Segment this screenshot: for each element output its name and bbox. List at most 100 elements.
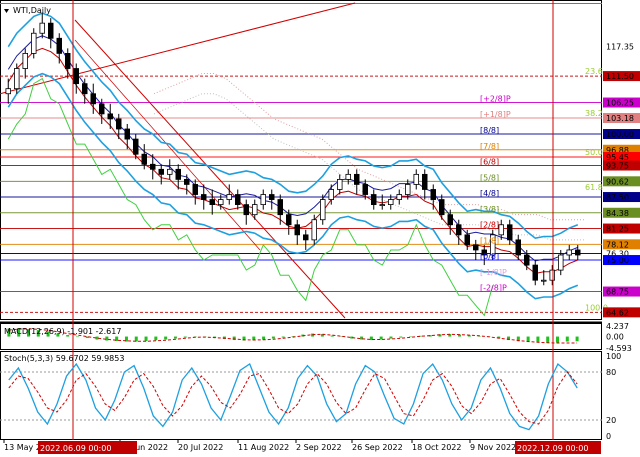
candle-body — [354, 173, 360, 185]
candle-body — [405, 184, 411, 195]
murrey-label: [1/8] — [480, 236, 499, 245]
macd-bar — [281, 336, 285, 338]
candle-body — [90, 93, 96, 105]
candle-body — [447, 214, 453, 226]
candle-body — [413, 173, 419, 185]
trendline-down — [74, 19, 346, 319]
murrey-label: [8/8] — [480, 126, 499, 135]
macd-bar — [164, 336, 168, 340]
candle-body — [150, 163, 156, 170]
candle-body — [107, 113, 113, 120]
candle-body — [116, 118, 122, 130]
x-axis-label: 26 Sep 2022 — [352, 443, 403, 452]
price-panel-frame — [0, 0, 602, 320]
x-axis-label: 20 Jul 2022 — [178, 443, 223, 452]
time-marker-right: 2022.12.09 00:00 — [517, 444, 588, 453]
price-axis-label: 64.62 — [606, 308, 629, 317]
candle-body — [5, 88, 11, 95]
x-axis-label: 2 Sep 2022 — [296, 443, 342, 452]
macd-bar — [183, 336, 187, 338]
candle-body — [286, 214, 292, 226]
candle-body — [192, 184, 198, 195]
price-axis-label: 100.00 — [606, 130, 634, 139]
price-axis-label: 93.75 — [606, 162, 629, 171]
price-axis-label: 90.62 — [606, 177, 629, 186]
candle-body — [388, 199, 394, 205]
price-axis-label: 111.50 — [606, 72, 634, 81]
murrey-label: [-2/8]P — [480, 284, 507, 293]
candle-body — [379, 204, 385, 207]
candle-body — [362, 184, 368, 195]
cloud-lower — [153, 93, 586, 241]
murrey-label: [7/8] — [480, 142, 499, 151]
candle-body — [31, 32, 37, 54]
macd-bar — [556, 336, 560, 343]
time-marker-left: 2022.06.09 00:00 — [40, 444, 111, 453]
murrey-label: [-1/8]P — [480, 268, 507, 277]
candle-body — [337, 178, 343, 190]
stoch-axis-label: 0 — [606, 432, 611, 441]
stoch-title: Stoch(5,3,3) 59.6702 59.9853 — [4, 354, 124, 363]
murrey-label: [2/8] — [480, 221, 499, 230]
candle-body — [456, 224, 462, 236]
macd-bar — [75, 336, 79, 338]
candle-body — [541, 279, 547, 282]
stoch-axis-label: 20 — [606, 416, 616, 425]
candle-body — [133, 138, 139, 155]
price-title: WTI,Daily — [13, 6, 51, 15]
candle-body — [184, 178, 190, 185]
macd-axis-label: 0.00 — [606, 333, 624, 342]
murrey-label: [5/8] — [480, 173, 499, 182]
stoch-layers — [0, 362, 602, 431]
title-arrow-icon — [4, 9, 9, 13]
candle-body — [99, 103, 105, 115]
candle-body — [277, 199, 283, 216]
candle-body — [158, 168, 164, 175]
trendline-up — [0, 2, 356, 95]
macd-bar — [575, 336, 579, 342]
candle-body — [294, 224, 300, 236]
candle-body — [371, 194, 377, 206]
trendline-down-2 — [74, 39, 261, 251]
candle-body — [507, 224, 513, 241]
macd-bar — [565, 336, 569, 342]
price-axis-label: 87.50 — [606, 193, 629, 202]
price-layers: [+2/8]P [+1/8]P [8/8] [7/8] [6/8] [5/8] [4/8] [… — [0, 0, 608, 440]
candle-body — [549, 269, 555, 281]
murrey-label: [+2/8]P — [480, 95, 511, 104]
macd-bar — [173, 336, 177, 339]
price-axis-label: 106.25 — [606, 99, 634, 108]
stoch-axis-label: 80 — [606, 368, 616, 377]
fib-label: 50.0 — [585, 148, 603, 157]
macd-bar — [271, 336, 275, 339]
stoch-axis-label: 100 — [606, 352, 621, 361]
candle-body — [532, 264, 538, 281]
macd-bar — [144, 336, 148, 342]
macd-bar — [105, 336, 109, 341]
price-axis-label: 68.75 — [606, 288, 629, 297]
murrey-label: [6/8] — [480, 158, 499, 167]
candle-body — [345, 173, 351, 180]
price-axis-label: 78.12 — [606, 240, 629, 249]
chart-canvas: [+2/8]P [+1/8]P [8/8] [7/8] [6/8] [5/8] [4/8] [… — [0, 0, 640, 454]
price-axis-label: 75.00 — [606, 256, 629, 265]
candle-body — [328, 189, 334, 200]
murrey-label: [0/8] — [480, 252, 499, 261]
candle-body — [515, 239, 521, 256]
candle-body — [22, 53, 28, 69]
price-axis-label: 84.38 — [606, 209, 629, 218]
candle-body — [141, 153, 147, 165]
candle-body — [464, 234, 470, 246]
candle-body — [396, 194, 402, 200]
candle-body — [124, 128, 130, 140]
murrey-label: [4/8] — [480, 189, 499, 198]
x-axis-label: 18 Oct 2022 — [412, 443, 461, 452]
candle-body — [303, 234, 309, 241]
candle-body — [48, 22, 54, 39]
murrey-label: [+1/8]P — [480, 110, 511, 119]
fib-label: 61.8 — [585, 183, 603, 192]
candle-body — [226, 194, 232, 200]
candle-body — [575, 249, 581, 256]
fib-label: 38.2 — [585, 109, 603, 118]
candle-body — [175, 168, 181, 180]
